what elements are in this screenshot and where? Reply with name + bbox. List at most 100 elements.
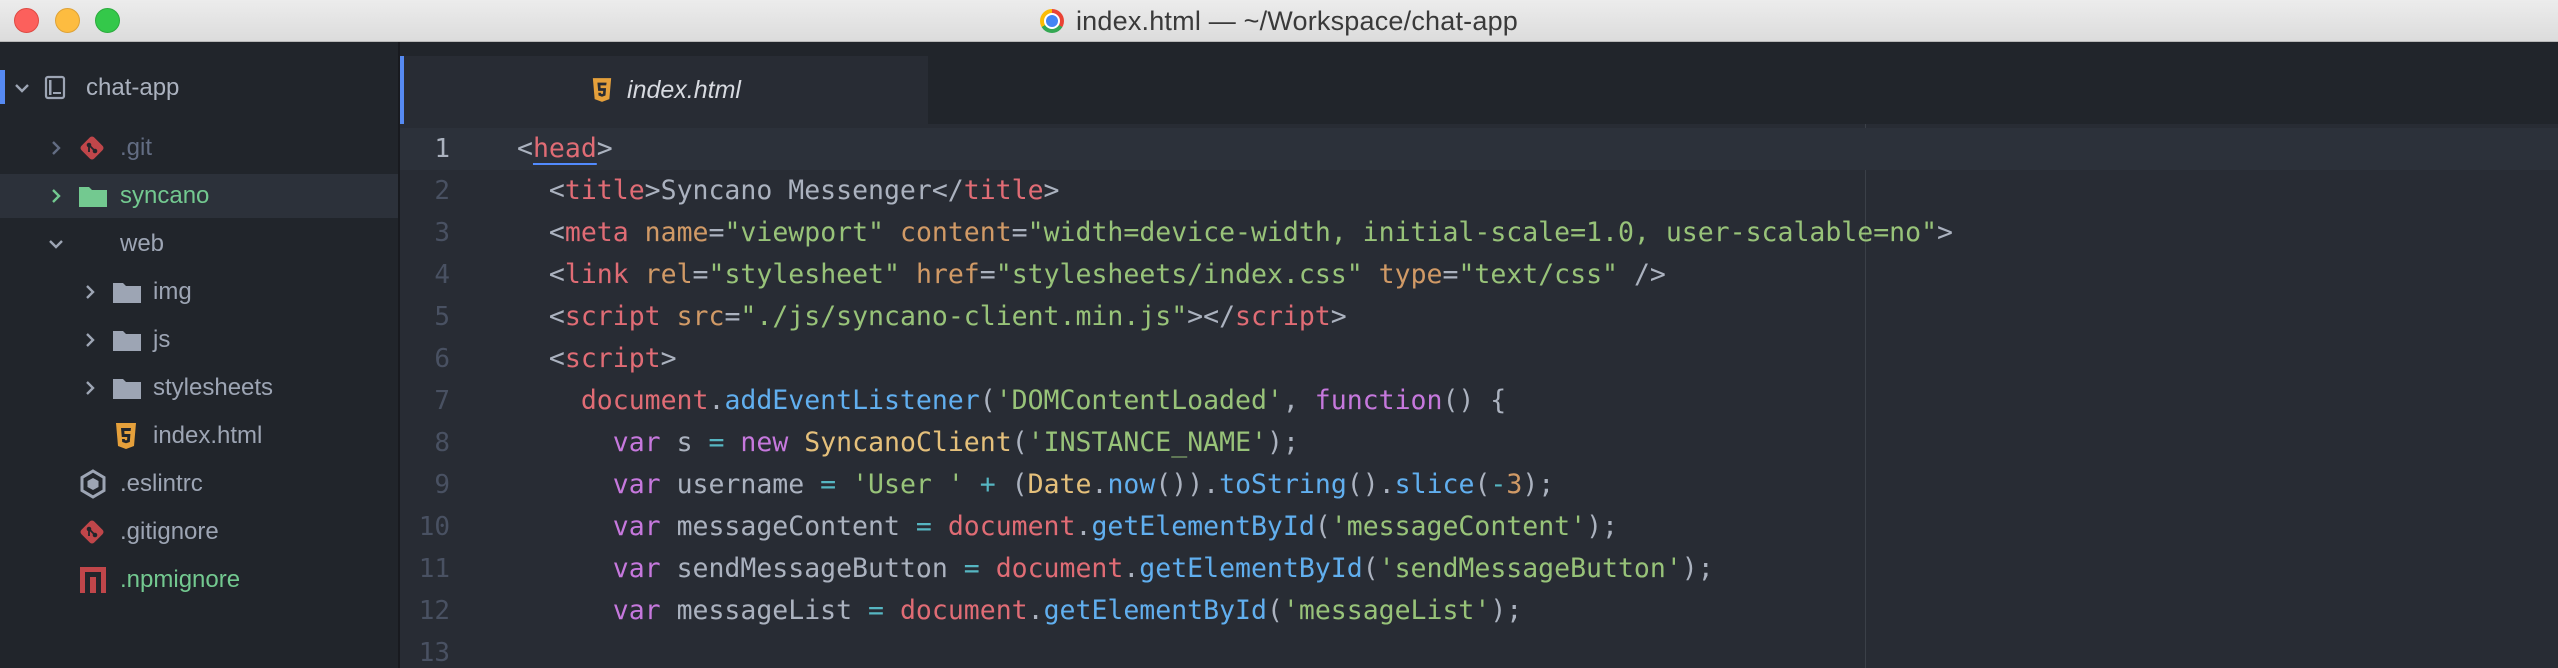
- tree-item-label: syncano: [120, 182, 210, 209]
- code-line[interactable]: 8 var s = new SyncanoClient('INSTANCE_NA…: [400, 422, 2558, 464]
- code-text: var messageContent = document.getElement…: [517, 506, 1618, 548]
- tree-item-label: img: [153, 278, 192, 305]
- chevron-right-icon[interactable]: [80, 282, 100, 302]
- tree-item-label: .npmignore: [120, 566, 241, 593]
- code-line[interactable]: 4 <link rel="stylesheet" href="styleshee…: [400, 254, 2558, 296]
- code-token: now: [1107, 469, 1156, 500]
- code-text: var username = 'User ' + (Date.now()).to…: [517, 464, 1555, 506]
- code-token: Date: [1027, 469, 1092, 500]
- code-editor[interactable]: 1 <head> 2 <title>Syncano Messenger</title…: [400, 124, 2558, 668]
- code-token: =: [979, 259, 996, 290]
- code-token: (: [995, 469, 1028, 500]
- tree-item-web[interactable]: web: [0, 222, 398, 266]
- code-token: "stylesheets/index.css": [995, 259, 1363, 290]
- code-line[interactable]: 9 var username = 'User ' + (Date.now()).…: [400, 464, 2558, 506]
- code-token: var: [612, 595, 661, 626]
- code-token: new: [740, 427, 789, 458]
- code-token: />: [1618, 259, 1666, 290]
- code-line[interactable]: 3 <meta name="viewport" content="width=d…: [400, 212, 2558, 254]
- code-line[interactable]: 12 var messageList = document.getElement…: [400, 590, 2558, 632]
- code-line[interactable]: 1 <head>: [400, 128, 2558, 170]
- tree-item-stylesheets[interactable]: stylesheets: [0, 366, 398, 410]
- tree-view[interactable]: chat-app .git syncano web img js stylesh…: [0, 42, 400, 668]
- line-number: 5: [434, 302, 450, 332]
- code-token: 'INSTANCE_NAME': [1027, 427, 1267, 458]
- code-token: "text/css": [1458, 259, 1618, 290]
- code-token: messageContent: [660, 511, 916, 542]
- chevron-right-icon[interactable]: [80, 330, 100, 350]
- code-token: "./js/syncano-client.min.js": [740, 301, 1188, 332]
- tab-index-html[interactable]: index.html: [400, 56, 928, 124]
- git-icon: [78, 518, 106, 546]
- tree-root-chat-app[interactable]: chat-app: [0, 66, 398, 110]
- chevron-right-icon[interactable]: [46, 186, 66, 206]
- line-number: 4: [434, 260, 450, 290]
- code-token: content: [899, 217, 1012, 248]
- code-token: 'User ': [852, 469, 964, 500]
- chevron-right-icon[interactable]: [80, 378, 100, 398]
- code-line[interactable]: 2 <title>Syncano Messenger</title>: [400, 170, 2558, 212]
- code-text: var messageList = document.getElementByI…: [517, 590, 1523, 632]
- tree-item-gitignore[interactable]: .gitignore: [0, 510, 398, 554]
- tree-item-npmignore[interactable]: .npmignore: [0, 558, 398, 602]
- chevron-down-icon[interactable]: [46, 234, 66, 254]
- code-token: -: [1490, 469, 1507, 500]
- code-text: <link rel="stylesheet" href="stylesheets…: [517, 254, 1666, 296]
- folder-icon: [112, 327, 142, 353]
- tree-item-git[interactable]: .git: [0, 126, 398, 170]
- code-text: <title>Syncano Messenger</title>: [517, 170, 1060, 212]
- tree-item-syncano[interactable]: syncano: [0, 174, 398, 218]
- code-line[interactable]: 6 <script>: [400, 338, 2558, 380]
- tree-item-js[interactable]: js: [0, 318, 398, 362]
- code-token: (: [1266, 595, 1283, 626]
- code-line[interactable]: 11 var sendMessageButton = document.getE…: [400, 548, 2558, 590]
- code-token: <: [517, 259, 565, 290]
- code-token: addEventListener: [724, 385, 980, 416]
- chevron-right-icon[interactable]: [46, 138, 66, 158]
- code-token: slice: [1394, 469, 1475, 500]
- line-number: 3: [434, 218, 450, 248]
- tree-item-index-html[interactable]: index.html: [0, 414, 398, 458]
- tree-item-eslintrc[interactable]: .eslintrc: [0, 462, 398, 506]
- code-line[interactable]: 10 var messageContent = document.getElem…: [400, 506, 2558, 548]
- code-token: <: [517, 133, 533, 164]
- tree-item-img[interactable]: img: [0, 270, 398, 314]
- code-token: sendMessageButton: [660, 553, 964, 584]
- folder-icon: [78, 183, 108, 209]
- code-token: 'DOMContentLoaded': [995, 385, 1283, 416]
- tree-item-label: .gitignore: [120, 518, 219, 545]
- code-token: title: [963, 175, 1044, 206]
- code-token: .: [1027, 595, 1044, 626]
- code-token: function: [1314, 385, 1443, 416]
- code-token: =: [692, 259, 709, 290]
- code-token: .: [1075, 511, 1092, 542]
- html5-icon: [591, 77, 613, 103]
- line-number: 6: [434, 344, 450, 374]
- code-token: <: [517, 175, 565, 206]
- code-token: +: [979, 469, 996, 500]
- code-token: getElementById: [1139, 553, 1363, 584]
- code-token: =: [724, 301, 741, 332]
- chevron-down-icon[interactable]: [12, 78, 32, 98]
- code-token: script: [564, 343, 661, 374]
- code-line[interactable]: 7 document.addEventListener('DOMContentL…: [400, 380, 2558, 422]
- code-token: link: [564, 259, 629, 290]
- code-token: title: [564, 175, 645, 206]
- code-token: );: [1266, 427, 1299, 458]
- code-token: script: [1235, 301, 1331, 332]
- code-token: document: [580, 385, 709, 416]
- code-text: <script src="./js/syncano-client.min.js"…: [517, 296, 1347, 338]
- code-token: document: [995, 553, 1124, 584]
- tree-item-label: stylesheets: [153, 374, 274, 401]
- line-number: 9: [434, 470, 450, 500]
- code-line[interactable]: 5 <script src="./js/syncano-client.min.j…: [400, 296, 2558, 338]
- code-line[interactable]: 13: [400, 632, 2558, 668]
